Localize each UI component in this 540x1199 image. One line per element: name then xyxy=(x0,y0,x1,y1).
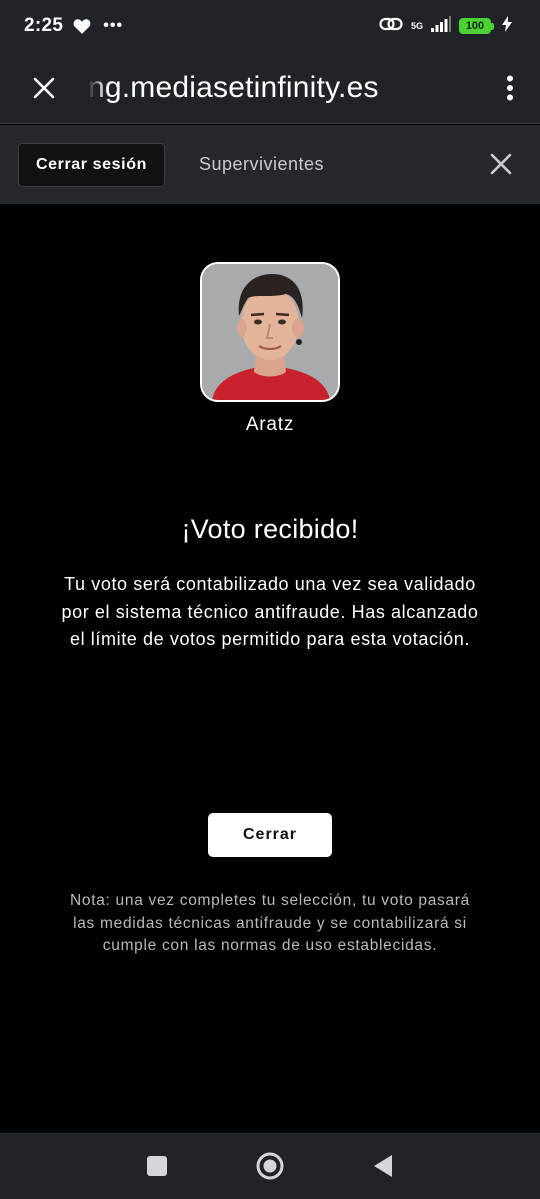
charging-icon xyxy=(502,15,512,37)
close-tab-button[interactable] xyxy=(0,52,88,124)
url-text: ng.mediasetinfinity.es xyxy=(88,70,379,104)
close-icon xyxy=(33,77,55,98)
browser-url-bar: ng.mediasetinfinity.es xyxy=(0,52,540,124)
antifraud-note: Nota: una vez completes tu selección, tu… xyxy=(70,892,470,954)
link-icon xyxy=(379,16,403,37)
network-type: 5G xyxy=(410,20,423,31)
battery-level: 100 xyxy=(459,18,491,34)
home-button[interactable] xyxy=(250,1146,290,1186)
page: 2:25 ••• 5G 100 ng.mediasetinfinity.es C… xyxy=(0,0,540,1199)
url-text-container[interactable]: ng.mediasetinfinity.es xyxy=(88,70,480,105)
battery-cap xyxy=(491,22,494,30)
status-left: 2:25 ••• xyxy=(24,15,123,37)
close-button[interactable]: Cerrar xyxy=(208,813,332,857)
candidate-name: Aratz xyxy=(245,414,295,435)
status-bar: 2:25 ••• 5G 100 xyxy=(0,0,540,52)
logout-button[interactable]: Cerrar sesión xyxy=(18,142,165,187)
url-fade xyxy=(88,70,106,105)
recents-icon xyxy=(146,1156,167,1176)
heart-icon xyxy=(73,18,91,34)
close-icon xyxy=(490,153,512,175)
status-right: 5G 100 xyxy=(379,15,512,37)
recents-button[interactable] xyxy=(137,1146,177,1186)
confirmation-title: ¡Voto recibido! xyxy=(181,514,359,544)
battery-icon: 100 xyxy=(459,18,494,34)
system-nav-bar xyxy=(0,1133,540,1199)
back-icon xyxy=(374,1155,393,1177)
confirmation-message: Tu voto será contabilizado una vez sea v… xyxy=(61,574,479,649)
section-title: Supervivientes xyxy=(198,154,325,174)
browser-menu-button[interactable] xyxy=(480,52,540,124)
back-button[interactable] xyxy=(363,1146,403,1186)
home-icon xyxy=(256,1152,284,1180)
status-time: 2:25 xyxy=(24,15,64,36)
header-close-button[interactable] xyxy=(486,149,516,179)
signal-icon xyxy=(431,15,451,37)
candidate-avatar xyxy=(200,262,340,402)
more-vert-icon xyxy=(507,75,513,100)
more-notifications-icon: ••• xyxy=(103,17,124,34)
network-label: 5G xyxy=(410,20,423,31)
site-header: Cerrar sesión Supervivientes xyxy=(0,125,540,204)
candidate-photo xyxy=(202,264,338,400)
